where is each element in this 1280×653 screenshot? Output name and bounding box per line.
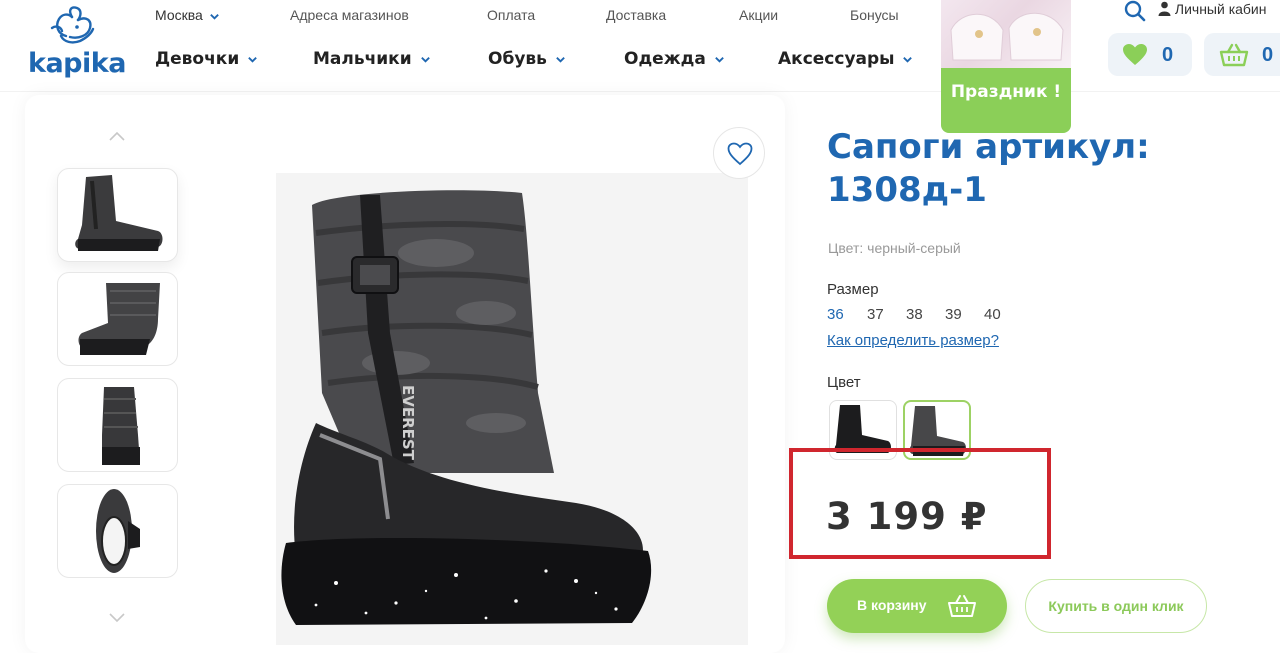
color-label: Цвет [827,374,861,391]
chevron-down-icon [209,13,219,20]
nav-item-label: Девочки [155,49,240,69]
add-to-cart-button[interactable]: В корзину [827,579,1007,633]
cart-button[interactable]: 0 [1204,33,1280,76]
nav-link-delivery[interactable]: Доставка [606,7,666,25]
heart-outline-icon [727,142,753,166]
product-title: Сапоги артикул: 1308д-1 [827,127,1150,210]
heart-icon [1123,44,1147,65]
add-to-cart-label: В корзину [857,597,927,613]
thumbnail-1[interactable] [57,168,178,262]
nav-item-label: Мальчики [313,49,412,69]
size-option[interactable]: 40 [984,306,1001,323]
boot-top-thumbnail [96,489,140,573]
brand-name: kapika [28,48,126,79]
nav-item-accessories[interactable]: Аксессуары [778,49,913,73]
nav-item-label: Одежда [624,49,706,69]
promo-shoes-image [941,0,1071,68]
size-option[interactable]: 36 [827,306,844,323]
chevron-down-icon [903,56,913,63]
city-selector[interactable]: Москва [155,7,220,25]
favorites-button[interactable]: 0 [1108,33,1192,76]
nav-item-shoes[interactable]: Обувь [488,49,566,73]
nav-link-stores[interactable]: Адреса магазинов [290,7,409,25]
search-icon[interactable] [1124,0,1146,22]
thumbnail-3[interactable] [57,378,178,472]
size-option[interactable]: 39 [945,306,962,323]
thumbnail-strip [55,126,183,638]
thumbnail-4[interactable] [57,484,178,578]
promo-banner[interactable]: Праздник ! [941,0,1071,133]
nav-link-bonuses[interactable]: Бонусы [850,7,899,25]
boot-angle-thumbnail [78,283,160,355]
rabbit-logo-icon [50,6,95,44]
nav-link-promotions[interactable]: Акции [739,7,778,25]
user-icon [1158,1,1171,16]
size-option[interactable]: 37 [867,306,884,323]
nav-item-clothes[interactable]: Одежда [624,49,725,73]
product-price: 3 199 ₽ [826,495,988,538]
site-logo[interactable]: kapika [28,6,126,80]
main-product-image: EVEREST [276,173,748,645]
boot-brand-text: EVEREST [399,385,417,461]
favorites-count: 0 [1162,44,1174,66]
chevron-down-icon[interactable] [108,612,126,624]
basket-icon [948,595,976,617]
buy-one-click-button[interactable]: Купить в один клик [1025,579,1207,633]
chevron-down-icon [420,56,430,63]
boot-back-thumbnail [102,387,140,465]
nav-item-boys[interactable]: Мальчики [313,49,431,73]
site-header: kapika Москва Адреса магазинов Оплата До… [0,0,1280,133]
promo-shoes-graphic [950,12,1064,61]
product-color-text: Цвет: черный-серый [828,240,961,256]
nav-item-label: Обувь [488,49,547,69]
nav-item-girls[interactable]: Девочки [155,49,258,73]
chevron-down-icon [714,56,724,63]
city-label: Москва [155,7,203,23]
size-label: Размер [827,281,879,298]
nav-link-payment[interactable]: Оплата [487,7,535,25]
cart-count: 0 [1262,44,1274,66]
buy-one-click-label: Купить в один клик [1048,598,1184,614]
thumbnail-2[interactable] [57,272,178,366]
boot-side-thumbnail [75,175,163,251]
account-label: Личный кабин [1174,1,1267,17]
chevron-down-icon [556,56,565,63]
product-page: kapika Москва Адреса магазинов Оплата До… [0,0,1280,653]
basket-icon [1219,43,1249,67]
account-link[interactable]: Личный кабин [1158,1,1280,23]
chevron-up-icon[interactable] [108,130,126,142]
chevron-down-icon [248,56,257,63]
size-guide-link[interactable]: Как определить размер? [827,332,999,349]
add-to-wishlist-button[interactable] [713,127,765,179]
nav-item-label: Аксессуары [778,49,895,69]
promo-label: Праздник ! [950,82,1062,102]
winter-boot-illustration: EVEREST [281,190,652,625]
size-option[interactable]: 38 [906,306,923,323]
